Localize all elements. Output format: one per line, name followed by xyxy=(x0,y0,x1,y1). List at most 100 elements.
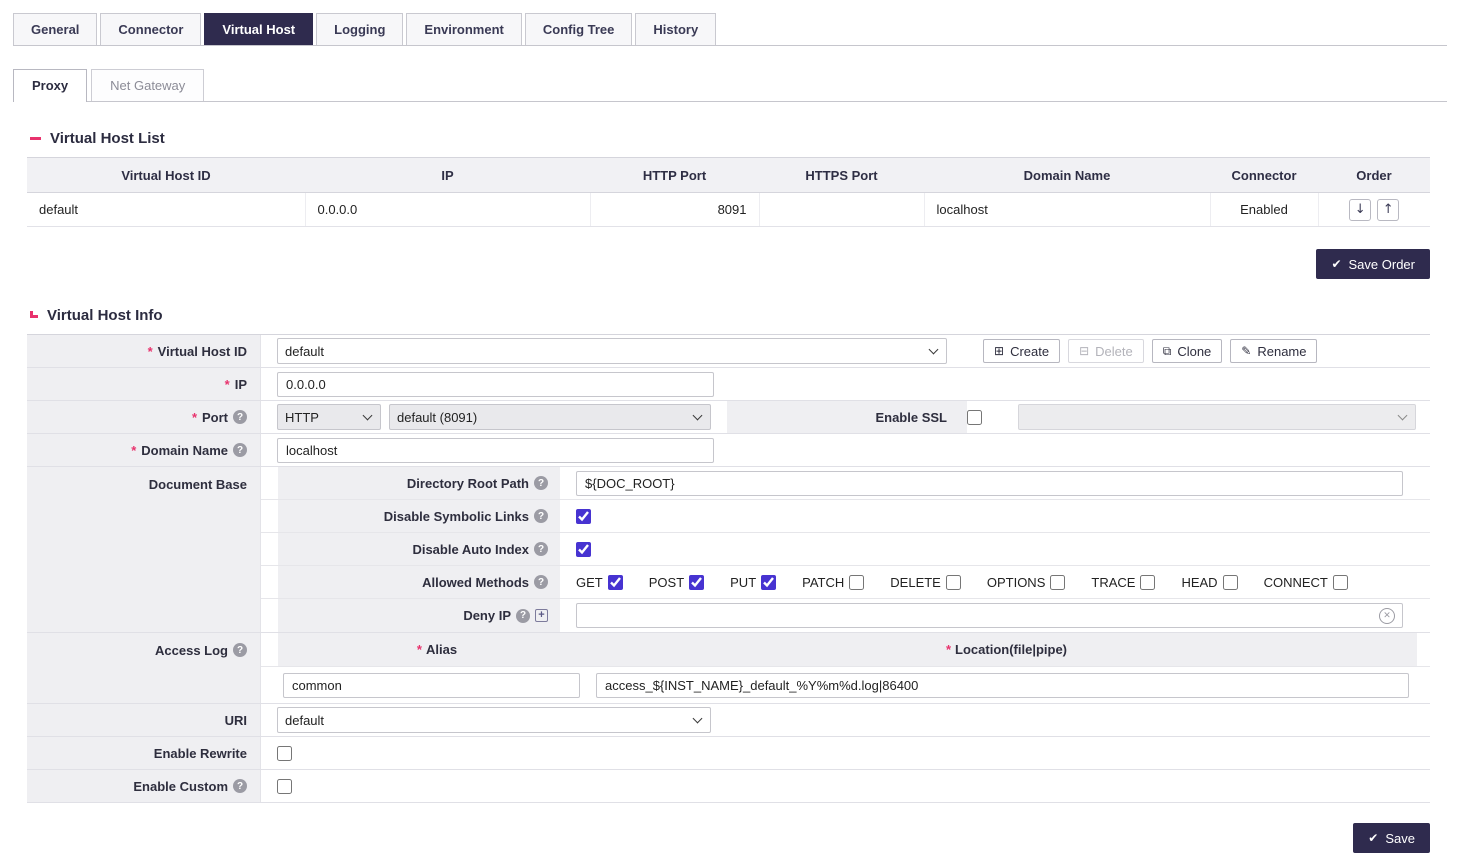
row-ip: * IP xyxy=(27,368,1430,401)
table-row[interactable]: default 0.0.0.0 8091 localhost Enabled ↓… xyxy=(27,193,1430,227)
method-label: GET xyxy=(576,575,603,590)
method-trace-checkbox[interactable] xyxy=(1140,575,1155,590)
method-post-checkbox[interactable] xyxy=(689,575,704,590)
method-patch-checkbox[interactable] xyxy=(849,575,864,590)
row-enable-custom: Enable Custom ? xyxy=(27,770,1430,803)
port-value-select[interactable]: default (8091) xyxy=(389,404,711,430)
port-protocol-select-control[interactable]: HTTP xyxy=(277,404,381,430)
tab-general[interactable]: General xyxy=(13,13,97,45)
help-icon[interactable]: ? xyxy=(233,779,247,793)
uri-select-control[interactable]: default xyxy=(277,707,711,733)
method-connect[interactable]: CONNECT xyxy=(1264,575,1348,590)
directory-root-path-label: Directory Root Path ? xyxy=(278,467,560,499)
port-protocol-select[interactable]: HTTP xyxy=(277,404,381,430)
method-connect-checkbox[interactable] xyxy=(1333,575,1348,590)
help-icon[interactable]: ? xyxy=(233,443,247,457)
delete-button[interactable]: ⊟ Delete xyxy=(1068,339,1144,363)
disable-symbolic-links-checkbox[interactable] xyxy=(576,509,591,524)
clone-icon: ⧉ xyxy=(1163,344,1172,359)
uri-select[interactable]: default xyxy=(277,707,711,733)
method-label: PATCH xyxy=(802,575,844,590)
help-icon[interactable]: ? xyxy=(534,542,548,556)
row-port: * Port ? HTTP default (8091) Enable SS xyxy=(27,401,1430,434)
tab-config-tree[interactable]: Config Tree xyxy=(525,13,633,45)
port-value-select-control[interactable]: default (8091) xyxy=(389,404,711,430)
method-label: DELETE xyxy=(890,575,941,590)
enable-rewrite-checkbox[interactable] xyxy=(277,746,292,761)
ssl-config-select[interactable] xyxy=(1018,404,1416,430)
delete-icon: ⊟ xyxy=(1079,344,1089,358)
rename-label: Rename xyxy=(1257,344,1306,359)
move-up-button[interactable]: ↑ xyxy=(1377,199,1399,221)
arrow-up-icon: ↑ xyxy=(1383,202,1394,217)
required-marker: * xyxy=(148,344,153,359)
help-icon[interactable]: ? xyxy=(534,476,548,490)
cell-ip: 0.0.0.0 xyxy=(305,193,590,227)
virtual-host-id-select-control[interactable]: default xyxy=(277,338,947,364)
deny-ip-input[interactable] xyxy=(576,603,1403,628)
save-order-label: Save Order xyxy=(1349,257,1415,272)
method-label: CONNECT xyxy=(1264,575,1328,590)
label-text: Directory Root Path xyxy=(407,476,529,491)
save-button[interactable]: ✔ Save xyxy=(1353,823,1430,853)
tab-logging[interactable]: Logging xyxy=(316,13,403,45)
move-down-button[interactable]: ↓ xyxy=(1349,199,1371,221)
virtual-host-id-select[interactable]: default xyxy=(277,338,947,364)
add-deny-ip-icon[interactable]: + xyxy=(535,609,548,622)
sub-tab-bar: Proxy Net Gateway xyxy=(13,69,1447,102)
location-header: * Location(file|pipe) xyxy=(596,633,1417,666)
method-put[interactable]: PUT xyxy=(730,575,776,590)
method-options-checkbox[interactable] xyxy=(1050,575,1065,590)
help-icon[interactable]: ? xyxy=(534,575,548,589)
method-get[interactable]: GET xyxy=(576,575,623,590)
method-put-checkbox[interactable] xyxy=(761,575,776,590)
label-text: Alias xyxy=(426,642,457,657)
required-marker: * xyxy=(417,642,422,657)
rename-button[interactable]: ✎ Rename xyxy=(1230,339,1317,363)
help-icon[interactable]: ? xyxy=(233,410,247,424)
clear-icon[interactable]: ✕ xyxy=(1379,608,1395,624)
cell-http-port: 8091 xyxy=(590,193,759,227)
save-label: Save xyxy=(1385,831,1415,846)
label-text: Location(file|pipe) xyxy=(955,642,1067,657)
enable-custom-checkbox[interactable] xyxy=(277,779,292,794)
clone-button[interactable]: ⧉ Clone xyxy=(1152,339,1223,363)
section-title-text: Virtual Host List xyxy=(50,130,165,147)
access-log-location-input[interactable] xyxy=(596,673,1409,698)
help-icon[interactable]: ? xyxy=(233,643,247,657)
method-get-checkbox[interactable] xyxy=(608,575,623,590)
col-header-connector: Connector xyxy=(1210,158,1318,193)
tab-virtual-host[interactable]: Virtual Host xyxy=(204,13,313,45)
row-domain-name: * Domain Name ? xyxy=(27,434,1430,467)
row-document-base: Document Base Directory Root Path ? xyxy=(27,467,1430,633)
tab-connector[interactable]: Connector xyxy=(100,13,201,45)
tab-environment[interactable]: Environment xyxy=(406,13,521,45)
domain-name-input[interactable] xyxy=(277,438,714,463)
method-options[interactable]: OPTIONS xyxy=(987,575,1066,590)
method-post[interactable]: POST xyxy=(649,575,704,590)
subtab-proxy[interactable]: Proxy xyxy=(13,69,87,102)
enable-ssl-checkbox[interactable] xyxy=(967,410,982,425)
ip-input[interactable] xyxy=(277,372,714,397)
virtual-host-list-title: Virtual Host List xyxy=(30,130,1430,147)
method-head-checkbox[interactable] xyxy=(1223,575,1238,590)
row-disable-auto-index: Disable Auto Index ? xyxy=(261,533,1430,566)
create-button[interactable]: ⊞ Create xyxy=(983,339,1060,363)
method-label: POST xyxy=(649,575,684,590)
method-trace[interactable]: TRACE xyxy=(1091,575,1155,590)
method-patch[interactable]: PATCH xyxy=(802,575,864,590)
required-marker: * xyxy=(131,443,136,458)
cell-https-port xyxy=(759,193,924,227)
directory-root-path-input[interactable] xyxy=(576,471,1403,496)
save-order-button[interactable]: ✔ Save Order xyxy=(1316,249,1430,279)
disable-auto-index-checkbox[interactable] xyxy=(576,542,591,557)
help-icon[interactable]: ? xyxy=(516,609,530,623)
method-head[interactable]: HEAD xyxy=(1181,575,1237,590)
alias-header: * Alias xyxy=(278,633,596,666)
tab-history[interactable]: History xyxy=(635,13,716,45)
help-icon[interactable]: ? xyxy=(534,509,548,523)
method-delete-checkbox[interactable] xyxy=(946,575,961,590)
access-log-alias-input[interactable] xyxy=(283,673,580,698)
subtab-net-gateway[interactable]: Net Gateway xyxy=(91,69,204,101)
method-delete[interactable]: DELETE xyxy=(890,575,961,590)
